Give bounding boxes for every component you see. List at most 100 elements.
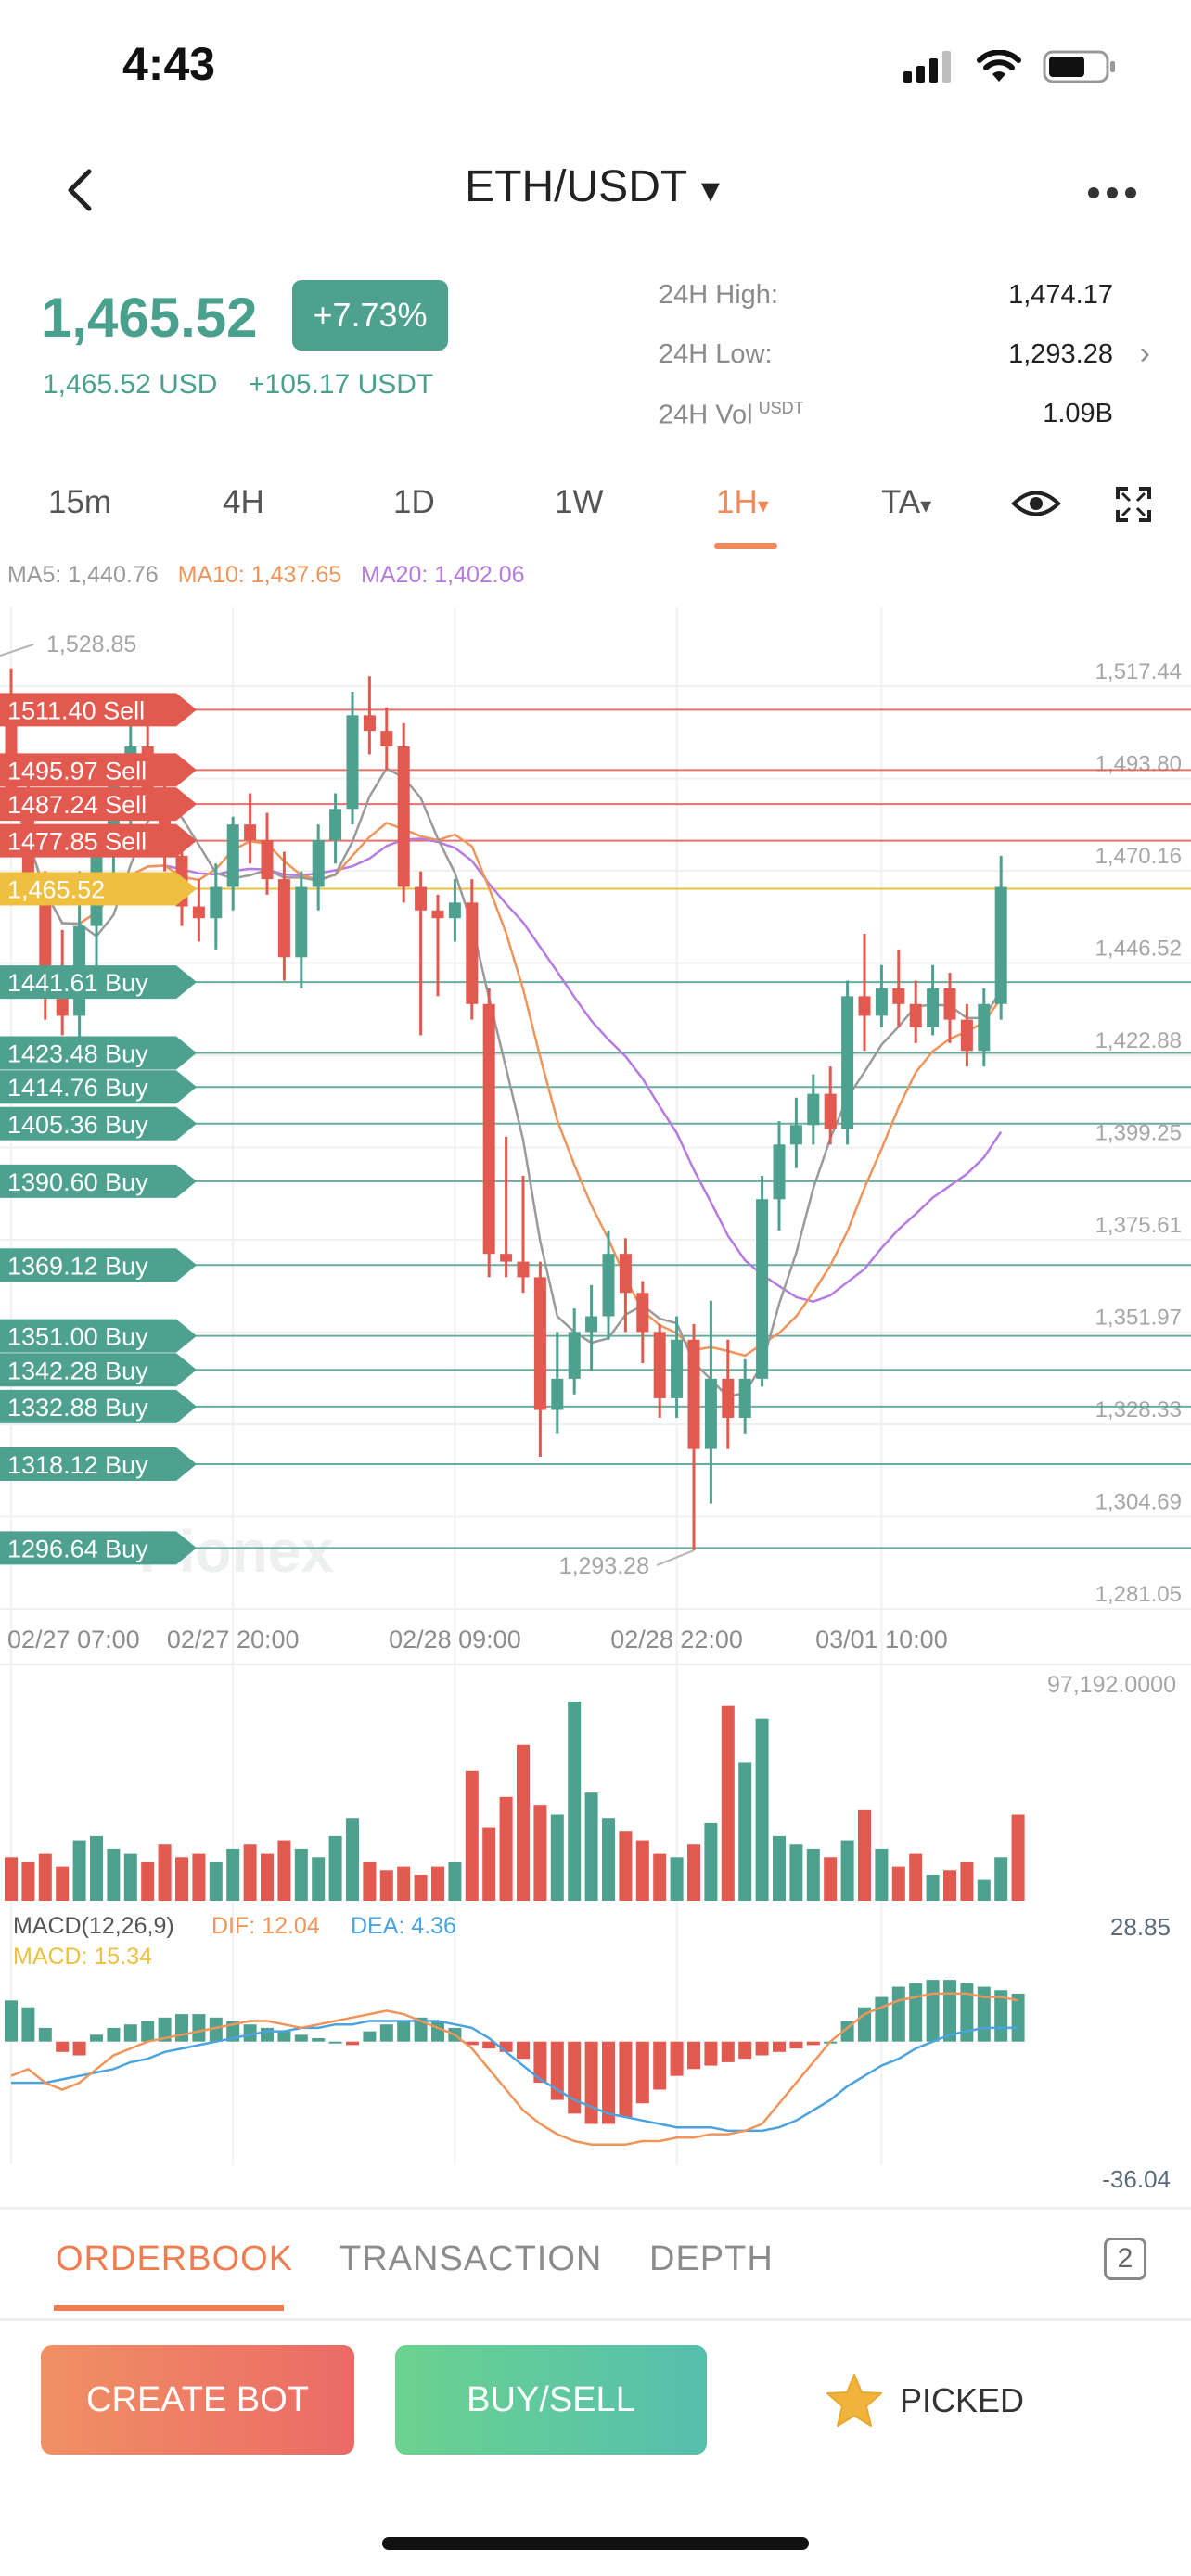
- volume-bar: [226, 1848, 240, 1901]
- caret-down-icon: ▼: [695, 173, 726, 209]
- tab-15m[interactable]: 15m: [48, 484, 111, 521]
- volume-bar: [499, 1796, 513, 1901]
- more-options-button[interactable]: [1080, 165, 1145, 221]
- volume-bar: [858, 1809, 871, 1901]
- pair-title: ETH/USDT: [465, 162, 688, 211]
- volume-bar: [243, 1844, 257, 1901]
- macd-histogram-bar: [379, 2024, 393, 2042]
- volume-bar: [346, 1818, 359, 1901]
- volume-bar: [414, 1874, 428, 1901]
- macd-histogram-bar: [312, 2038, 326, 2042]
- macd-histogram-bar: [277, 2031, 291, 2042]
- tab-1w[interactable]: 1W: [555, 484, 604, 521]
- candle-body: [346, 715, 359, 810]
- volume-bar: [56, 1866, 70, 1901]
- candle-body: [533, 1277, 546, 1410]
- volume-bar: [277, 1840, 291, 1901]
- macd-histogram-bar: [38, 2027, 52, 2042]
- candlestick-chart[interactable]: Pionex1,517.441,493.801,470.161,446.521,…: [0, 607, 1191, 2202]
- y-tick-label: 1,304.69: [1095, 1490, 1182, 1515]
- tab-1h[interactable]: 1H▾: [716, 484, 769, 521]
- macd-value-label: MACD: 15.34: [13, 1944, 152, 1970]
- active-tab-underline: [714, 543, 777, 549]
- create-bot-button[interactable]: CREATE BOT: [41, 2345, 354, 2455]
- volume-bar: [994, 1857, 1008, 1901]
- volume-bar: [840, 1840, 854, 1901]
- min-price-label: 1,293.28: [559, 1553, 649, 1579]
- max-price-label: 1,528.85: [46, 631, 136, 657]
- macd-histogram-bar: [56, 2041, 70, 2052]
- volume-bar: [517, 1744, 530, 1901]
- chart-area[interactable]: Pionex 1,517.44 1,493.80 1,470.16 1,446.52 1,…: [0, 607, 1191, 2202]
- buy-order-label: 1390.60 Buy: [7, 1168, 148, 1196]
- macd-histogram-bar: [635, 2041, 649, 2104]
- candle-body: [295, 886, 308, 958]
- volume-bar: [738, 1762, 752, 1901]
- more-dot-icon: [1107, 187, 1118, 198]
- x-axis-label: 02/28 22:00: [610, 1626, 743, 1653]
- candle-body: [978, 1003, 991, 1052]
- ma10-label: MA10: 1,437.65: [177, 562, 342, 588]
- candle-body: [397, 746, 410, 887]
- macd-histogram-bar: [107, 2027, 121, 2042]
- candle-body: [448, 902, 461, 919]
- picked-label: PICKED: [900, 2381, 1025, 2419]
- candle-body: [602, 1254, 615, 1317]
- candle-body: [585, 1316, 598, 1333]
- tab-transaction[interactable]: TRANSACTION: [339, 2239, 602, 2279]
- home-indicator[interactable]: [382, 2537, 809, 2550]
- candle-body: [192, 906, 205, 919]
- volume-bar: [773, 1835, 786, 1901]
- macd-histogram-bar: [619, 2041, 633, 2118]
- candle-body: [619, 1254, 632, 1294]
- macd-histogram-bar: [687, 2041, 700, 2070]
- max-price-pointer: [0, 644, 34, 657]
- chevron-right-icon: ›: [1139, 336, 1150, 371]
- macd-histogram-bar: [670, 2041, 684, 2076]
- change-percent-badge: +7.73%: [292, 280, 448, 351]
- volume-bar: [72, 1840, 86, 1901]
- tab-depth[interactable]: DEPTH: [649, 2239, 774, 2279]
- macd-histogram-bar: [21, 2007, 35, 2042]
- buy-sell-button[interactable]: BUY/SELL: [395, 2345, 707, 2455]
- fullscreen-icon[interactable]: [1115, 486, 1152, 528]
- stat-label: 24H Low:: [659, 339, 773, 369]
- volume-max-label: 97,192.0000: [1047, 1672, 1176, 1698]
- volume-bar: [977, 1879, 991, 1901]
- volume-bar: [619, 1831, 633, 1901]
- candle-body: [482, 1003, 495, 1255]
- macd-histogram-bar: [141, 2021, 155, 2042]
- volume-bar: [107, 1848, 121, 1901]
- macd-histogram-bar: [773, 2041, 786, 2052]
- stat-24h-vol: 24H Vol USDT 1.09B: [659, 399, 1150, 445]
- candle-body: [431, 910, 444, 919]
- volume-bar: [755, 1718, 769, 1901]
- candle-body: [210, 886, 223, 919]
- volume-bar: [687, 1844, 700, 1901]
- volume-bar: [141, 1861, 155, 1901]
- volume-bar: [431, 1866, 444, 1901]
- y-tick-label: 1,422.88: [1095, 1028, 1182, 1053]
- tab-4h[interactable]: 4H: [223, 484, 264, 521]
- volume-bar: [90, 1835, 103, 1901]
- picked-button[interactable]: PICKED: [826, 2373, 1024, 2429]
- tab-1d[interactable]: 1D: [393, 484, 435, 521]
- pair-selector[interactable]: ETH/USDT ▼: [0, 161, 1191, 212]
- stat-label-unit: USDT: [758, 399, 804, 417]
- interval-tabs: 15m 4H 1D 1W 1H▾ TA▾: [0, 473, 1191, 556]
- volume-bar: [891, 1866, 905, 1901]
- macd-histogram-bar: [123, 2024, 137, 2042]
- volume-bar: [875, 1848, 889, 1901]
- ma5-label: MA5: 1,440.76: [7, 562, 159, 588]
- macd-histogram-bar: [90, 2034, 103, 2042]
- volume-bar: [602, 1818, 615, 1901]
- caret-down-icon: ▾: [920, 493, 932, 518]
- candle-body: [943, 988, 956, 1020]
- eye-icon[interactable]: [1011, 488, 1061, 524]
- buy-order-label: 1351.00 Buy: [7, 1323, 148, 1351]
- tab-ta[interactable]: TA▾: [881, 484, 931, 521]
- tab-orderbook[interactable]: ORDERBOOK: [56, 2239, 293, 2279]
- order-count-badge[interactable]: 2: [1104, 2238, 1146, 2280]
- stat-24h-low[interactable]: 24H Low: 1,293.28 ›: [659, 336, 1150, 386]
- stat-label: 24H Vol USDT: [659, 399, 804, 431]
